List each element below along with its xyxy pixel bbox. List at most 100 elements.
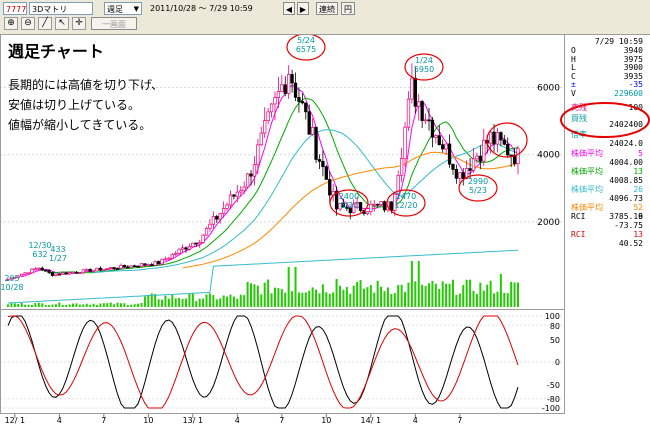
zoom-out-icon[interactable]: ⊖ xyxy=(21,17,35,30)
candle-body xyxy=(204,227,209,236)
candle-body xyxy=(129,265,133,268)
rci-9-label: RCI xyxy=(571,212,586,221)
volume-bar xyxy=(61,304,64,307)
stock-name-field[interactable]: 3Dマトリ xyxy=(29,2,93,15)
volume-bar xyxy=(75,303,78,307)
candle-body xyxy=(495,132,500,145)
price-label-text: 295 xyxy=(4,274,19,283)
price-label-text: 5/24 xyxy=(297,36,315,45)
date-tick-label: 14/ 1 xyxy=(361,416,382,424)
price-label-text: 5950 xyxy=(414,65,434,74)
candle-body xyxy=(382,201,387,211)
rci-13-label: RCI xyxy=(571,230,586,239)
volume-bar xyxy=(102,303,105,307)
ratio-value: 24024.0 xyxy=(609,139,643,148)
next-button[interactable]: ▶ xyxy=(297,2,309,15)
volume-bar xyxy=(250,283,253,307)
volume-bar xyxy=(65,304,68,307)
line-tool-icon[interactable]: ╱ xyxy=(38,17,52,30)
date-tick-label: 12/ 1 xyxy=(5,416,26,424)
volume-bar xyxy=(517,282,519,307)
zoom-in-icon[interactable]: ⊕ xyxy=(4,17,18,30)
candle-body xyxy=(290,74,294,84)
candle-body xyxy=(276,91,281,98)
candle-body xyxy=(324,166,328,180)
volume-bar xyxy=(51,304,54,307)
date-tick-label: 7 xyxy=(457,416,462,424)
price-label-text: 6575 xyxy=(296,45,316,54)
volume-bar xyxy=(13,303,16,307)
volume-bar xyxy=(311,287,314,307)
yen-button[interactable]: 円 xyxy=(341,2,355,15)
volume-bar xyxy=(95,304,98,307)
volume-bar xyxy=(345,287,348,307)
volume-bar xyxy=(20,302,23,307)
candle-body xyxy=(372,203,376,206)
volume-bar xyxy=(243,295,246,307)
volume-bar xyxy=(304,292,307,307)
volume-bar xyxy=(441,281,444,307)
candle-body xyxy=(516,148,520,164)
triangle-left-icon: ◀ xyxy=(285,5,293,14)
volume-bar xyxy=(212,295,215,307)
ohlc-5-value: 229600 xyxy=(614,88,643,98)
volume-bar xyxy=(232,296,235,307)
candle-body xyxy=(167,257,171,260)
stock-code-field[interactable]: 7777 xyxy=(3,2,27,15)
volume-bar xyxy=(434,283,437,307)
volume-bar xyxy=(191,293,194,307)
candle-body xyxy=(81,269,85,274)
candle-body xyxy=(180,247,185,250)
rci-tick-label: 100 xyxy=(545,312,560,321)
price-label-text: 2990 xyxy=(468,177,488,186)
volume-bar xyxy=(294,267,297,307)
candle-body xyxy=(458,172,462,179)
volume-bar xyxy=(465,279,468,307)
candle-body xyxy=(160,258,164,265)
rci-13-figure: 40.52 xyxy=(618,239,643,248)
candle-body xyxy=(235,191,239,197)
candle-body xyxy=(252,164,257,177)
candle-body xyxy=(78,272,82,275)
volume-bar xyxy=(89,304,92,307)
volume-bar xyxy=(167,298,170,307)
single-screen-button[interactable]: 一画面 xyxy=(91,17,137,30)
candle-body xyxy=(506,143,510,156)
pointer-icon[interactable]: ↖ xyxy=(55,17,69,30)
candle-body xyxy=(369,203,373,213)
volume-bar xyxy=(475,294,478,307)
volume-bar xyxy=(342,289,345,307)
crosshair-icon[interactable]: ✛ xyxy=(72,17,86,30)
period-select[interactable]: 週足 ▼ xyxy=(104,2,142,15)
volume-bar xyxy=(133,304,136,307)
candle-body xyxy=(259,132,263,146)
annotation-line-3: 値幅が縮小してきている。 xyxy=(8,118,152,132)
sidebar-datetime: 7/29 10:59 xyxy=(594,37,643,46)
candle-body xyxy=(57,273,61,276)
ohlc-5-label: V xyxy=(571,88,576,98)
volume-bar xyxy=(410,261,413,307)
candle-body xyxy=(150,264,154,266)
prev-button[interactable]: ◀ xyxy=(283,2,295,15)
candle-body xyxy=(283,84,287,94)
volume-bar xyxy=(462,285,465,307)
candle-body xyxy=(307,111,311,135)
volume-bar xyxy=(386,287,389,307)
volume-bar xyxy=(147,294,150,307)
link-button[interactable]: 連続 xyxy=(316,2,338,15)
volume-bar xyxy=(157,299,160,307)
volume-bar xyxy=(369,285,372,307)
margin-sell-label: 売残 xyxy=(571,103,587,112)
candle-body xyxy=(74,271,79,274)
volume-bar xyxy=(7,304,9,307)
rci-tick-label: 50 xyxy=(550,336,560,345)
candle-body xyxy=(71,271,75,274)
candle-body xyxy=(85,269,89,271)
candle-body xyxy=(273,97,277,105)
rci-tick-label: 80 xyxy=(550,322,560,331)
volume-bar xyxy=(390,293,393,307)
candle-body xyxy=(488,131,493,144)
candle-body xyxy=(156,261,161,265)
volume-bar xyxy=(489,280,492,307)
ma-26-value: 26 xyxy=(633,185,643,194)
